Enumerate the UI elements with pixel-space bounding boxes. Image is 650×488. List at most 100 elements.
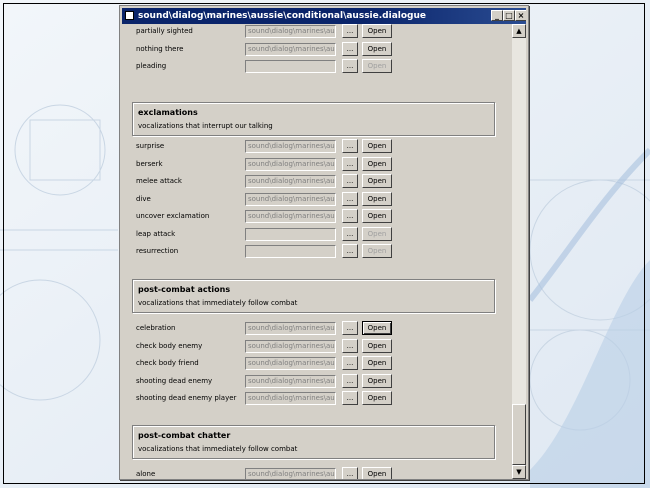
- field-label: partially sighted: [136, 27, 193, 35]
- browse-button[interactable]: ...: [342, 24, 358, 38]
- section-title: post-combat chatter: [138, 431, 231, 440]
- sound-path-field[interactable]: [245, 60, 336, 73]
- sound-path-field[interactable]: sound\dialog\marines\aus: [245, 140, 336, 153]
- section-header: post-combat chatter vocalizations that im…: [132, 425, 495, 459]
- sound-path-field[interactable]: sound\dialog\marines\aus: [245, 392, 336, 405]
- scroll-thumb[interactable]: [512, 404, 526, 465]
- field-label: berserk: [136, 159, 163, 168]
- field-label: pleading: [136, 62, 167, 70]
- field-row: leap attack... Open: [122, 226, 514, 243]
- sound-path-field[interactable]: sound\dialog\marines\aus: [245, 157, 336, 171]
- open-button[interactable]: Open: [362, 156, 392, 171]
- field-label: alone: [136, 470, 156, 478]
- sound-path-field[interactable]: [245, 245, 336, 258]
- browse-button[interactable]: ...: [342, 191, 358, 206]
- field-row: resurrection... Open: [122, 244, 514, 260]
- open-button[interactable]: Open: [362, 59, 392, 73]
- minimize-button[interactable]: _: [491, 10, 503, 21]
- field-row: celebration sound\dialog\marines\aus... Op…: [122, 321, 514, 337]
- open-button[interactable]: Open: [362, 356, 392, 370]
- field-row: melee attack sound\dialog\marines\aus... O…: [122, 174, 514, 190]
- field-label: shooting dead enemy player: [136, 394, 237, 402]
- vertical-scrollbar[interactable]: ▲ ▼: [512, 24, 526, 479]
- app-icon: [125, 11, 134, 20]
- sound-path-field[interactable]: [245, 227, 336, 241]
- sound-path-field[interactable]: sound\dialog\marines\aus: [245, 210, 336, 223]
- browse-button[interactable]: ...: [342, 321, 358, 335]
- open-button[interactable]: Open: [362, 209, 392, 223]
- browse-button[interactable]: ...: [342, 391, 358, 405]
- browse-button[interactable]: ...: [342, 41, 358, 56]
- section-title: post-combat actions: [138, 285, 231, 294]
- open-button[interactable]: Open: [362, 139, 392, 153]
- section-title: exclamations: [138, 108, 198, 117]
- window-title: sound\dialog\marines\aussie\conditional\…: [138, 11, 426, 21]
- open-button[interactable]: Open: [362, 174, 392, 188]
- sound-path-field[interactable]: sound\dialog\marines\aus: [245, 25, 336, 38]
- maximize-button[interactable]: □: [503, 10, 515, 21]
- section-description: vocalizations that immediately follow co…: [138, 445, 298, 453]
- field-row: uncover exclamation sound\dialog\marines\…: [122, 209, 514, 225]
- scroll-down-button[interactable]: ▼: [512, 465, 526, 479]
- browse-button[interactable]: ...: [342, 226, 358, 241]
- open-button[interactable]: Open: [362, 321, 392, 335]
- browse-button[interactable]: ...: [342, 356, 358, 370]
- open-button[interactable]: Open: [362, 191, 392, 206]
- section-description: vocalizations that immediately follow co…: [138, 299, 298, 307]
- open-button[interactable]: Open: [362, 391, 392, 405]
- sound-path-field[interactable]: sound\dialog\marines\aus: [245, 175, 336, 188]
- field-label: check body enemy: [136, 341, 203, 350]
- open-button[interactable]: Open: [362, 24, 392, 38]
- field-label: nothing there: [136, 44, 184, 53]
- open-button[interactable]: Open: [362, 467, 392, 479]
- field-label: melee attack: [136, 177, 182, 185]
- field-label: check body friend: [136, 359, 199, 367]
- sound-path-field[interactable]: sound\dialog\marines\aus: [245, 374, 336, 388]
- open-button[interactable]: Open: [362, 226, 392, 241]
- field-label: surprise: [136, 142, 165, 150]
- dialogue-window: sound\dialog\marines\aussie\conditional\…: [119, 5, 529, 480]
- field-row: partially sighted sound\dialog\marines\au…: [122, 24, 514, 40]
- field-row: check body friend sound\dialog\marines\au…: [122, 356, 514, 372]
- sound-path-field[interactable]: sound\dialog\marines\aus: [245, 322, 336, 335]
- browse-button[interactable]: ...: [342, 338, 358, 353]
- form-content: partially sighted sound\dialog\marines\au…: [122, 24, 514, 479]
- sound-path-field[interactable]: sound\dialog\marines\aus: [245, 468, 336, 479]
- field-row: check body enemy sound\dialog\marines\aus…: [122, 338, 514, 355]
- title-bar[interactable]: sound\dialog\marines\aussie\conditional\…: [122, 8, 526, 24]
- field-label: celebration: [136, 324, 176, 332]
- section-header: post-combat actions vocalizations that im…: [132, 279, 495, 313]
- browse-button[interactable]: ...: [342, 174, 358, 188]
- field-row: shooting dead enemy player sound\dialog\m…: [122, 391, 514, 407]
- open-button[interactable]: Open: [362, 41, 392, 56]
- browse-button[interactable]: ...: [342, 209, 358, 223]
- field-row: surprise sound\dialog\marines\aus... Open: [122, 139, 514, 155]
- section-header: exclamations vocalizations that interrupt…: [132, 102, 495, 136]
- sound-path-field[interactable]: sound\dialog\marines\aus: [245, 192, 336, 206]
- sound-path-field[interactable]: sound\dialog\marines\aus: [245, 339, 336, 353]
- browse-button[interactable]: ...: [342, 244, 358, 258]
- field-row: nothing there sound\dialog\marines\aus...…: [122, 41, 514, 58]
- browse-button[interactable]: ...: [342, 139, 358, 153]
- browse-button[interactable]: ...: [342, 156, 358, 171]
- browse-button[interactable]: ...: [342, 373, 358, 388]
- browse-button[interactable]: ...: [342, 59, 358, 73]
- field-label: leap attack: [136, 229, 176, 238]
- field-row: shooting dead enemy sound\dialog\marines\…: [122, 373, 514, 390]
- open-button[interactable]: Open: [362, 244, 392, 258]
- scroll-up-button[interactable]: ▲: [512, 24, 526, 38]
- section-description: vocalizations that interrupt our talking: [138, 122, 273, 130]
- field-row: dive sound\dialog\marines\aus... Open: [122, 191, 514, 208]
- close-button[interactable]: ×: [515, 10, 526, 21]
- open-button[interactable]: Open: [362, 338, 392, 353]
- field-label: uncover exclamation: [136, 212, 210, 220]
- sound-path-field[interactable]: sound\dialog\marines\aus: [245, 357, 336, 370]
- field-row: alone sound\dialog\marines\aus... Open: [122, 467, 514, 479]
- field-label: dive: [136, 194, 151, 203]
- field-row: berserk sound\dialog\marines\aus... Open: [122, 156, 514, 173]
- sound-path-field[interactable]: sound\dialog\marines\aus: [245, 42, 336, 56]
- browse-button[interactable]: ...: [342, 467, 358, 479]
- field-label: shooting dead enemy: [136, 376, 213, 385]
- field-row: pleading... Open: [122, 59, 514, 75]
- open-button[interactable]: Open: [362, 373, 392, 388]
